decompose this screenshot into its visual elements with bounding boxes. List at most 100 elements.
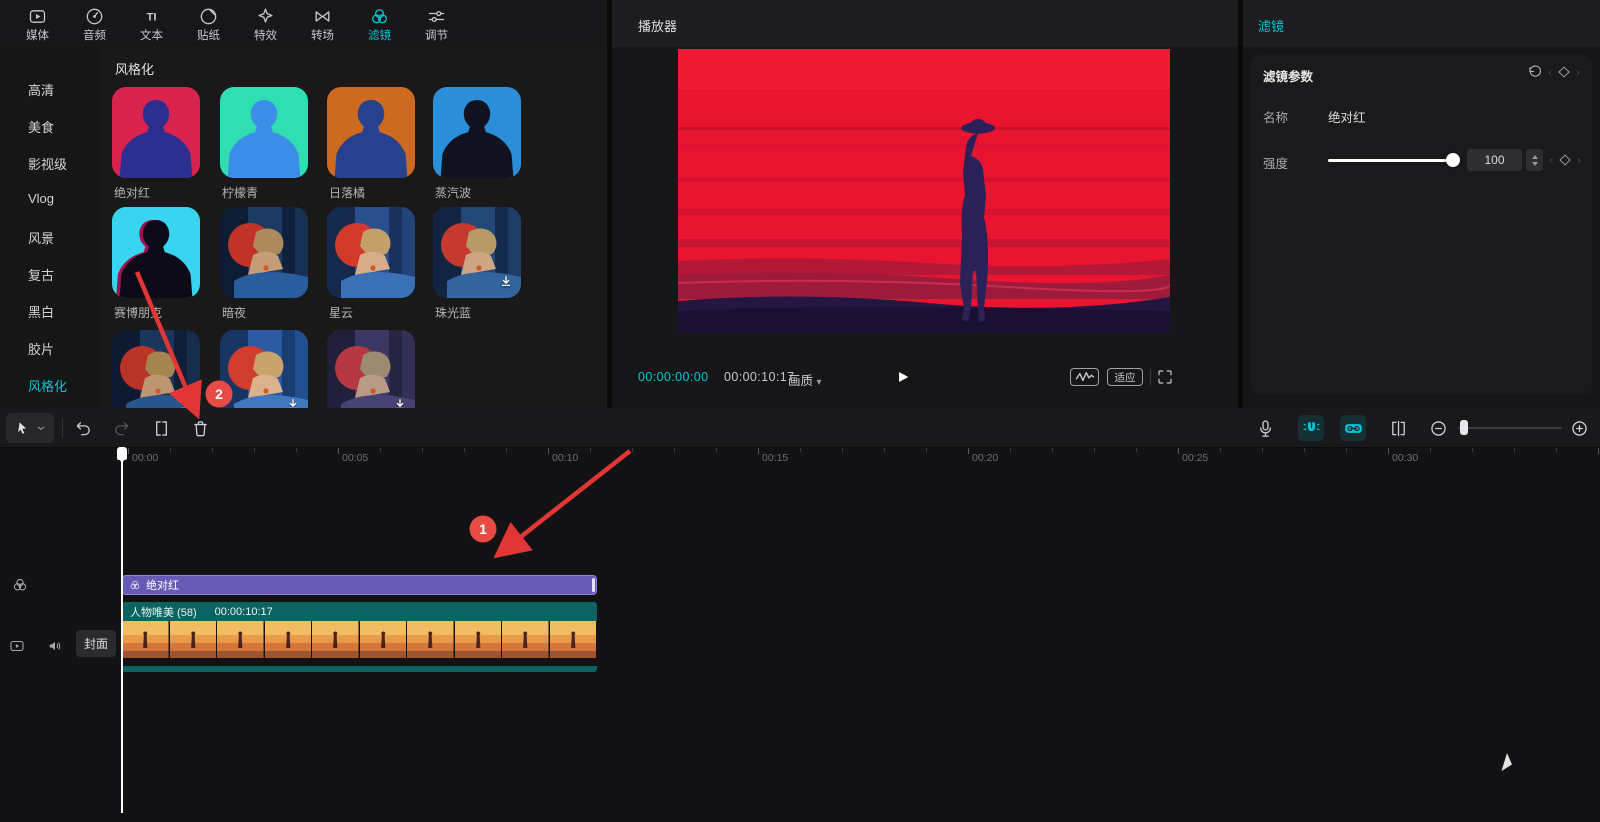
ruler-tick	[758, 448, 759, 454]
hide-track-icon[interactable]	[8, 637, 26, 660]
delete-button[interactable]	[187, 415, 213, 441]
ruler-label: 00:00	[132, 452, 158, 464]
asset-panel: 媒体音频TI文本贴纸特效转场滤镜调节 高清美食影视级 Vlog 风景复古黑白胶片风格…	[0, 0, 607, 408]
fit-button[interactable]: 适应	[1107, 368, 1143, 386]
sidebar-item-0[interactable]: 高清	[28, 80, 54, 99]
ruler-tick	[380, 448, 381, 452]
timeline-panel: 00:0000:0500:1000:1500:2000:2500:30 封面 绝…	[0, 408, 1600, 822]
strength-slider-handle[interactable]	[1446, 153, 1460, 167]
ruler-tick	[254, 448, 255, 452]
mute-track-icon[interactable]	[46, 637, 64, 660]
filter-track-icon	[11, 576, 29, 599]
ruler-tick	[884, 448, 885, 452]
filter-category-sidebar: 高清美食影视级 Vlog 风景复古黑白胶片风格化	[0, 47, 100, 408]
filmstrip-frame	[265, 621, 313, 658]
filter-clip[interactable]: 绝对红	[122, 575, 597, 595]
nav-effects[interactable]: 特效	[237, 6, 294, 42]
nav-audio[interactable]: 音频	[66, 6, 123, 42]
timeline-zoom-in-button[interactable]	[1566, 415, 1592, 441]
nav-adjust[interactable]: 调节	[408, 6, 465, 42]
sidebar-item-4[interactable]: 风景	[28, 228, 54, 247]
video-clip[interactable]: 人物唯美 (58) 00:00:10:17	[122, 602, 597, 672]
link-preview-toggle[interactable]	[1340, 415, 1366, 441]
cover-button[interactable]: 封面	[76, 630, 116, 657]
strength-stepper[interactable]	[1526, 149, 1543, 171]
strength-slider[interactable]	[1328, 159, 1453, 162]
nav-filter[interactable]: 滤镜	[351, 6, 408, 42]
filmstrip-frame	[312, 621, 360, 658]
sidebar-item-8[interactable]: 风格化	[28, 376, 67, 395]
name-label: 名称	[1263, 107, 1288, 126]
record-voiceover-button[interactable]	[1252, 415, 1278, 441]
stepper-down-icon[interactable]	[1532, 162, 1538, 166]
sidebar-item-7[interactable]: 胶片	[28, 339, 54, 358]
timeline-zoom-handle[interactable]	[1460, 420, 1468, 435]
ruler-tick	[1346, 448, 1347, 452]
sidebar-item-3[interactable]: Vlog	[28, 191, 54, 206]
strength-input[interactable]: 100	[1467, 149, 1522, 171]
select-tool-button[interactable]	[6, 413, 54, 443]
play-button[interactable]	[889, 364, 915, 390]
ruler-tick	[464, 448, 465, 452]
playhead-handle[interactable]	[117, 447, 127, 460]
timeline-zoom-slider[interactable]	[1458, 427, 1562, 429]
ruler-tick	[1556, 448, 1557, 452]
filmstrip-frame	[455, 621, 503, 658]
filter-thumb-柠檬青[interactable]	[220, 87, 308, 178]
ruler-tick	[716, 448, 717, 452]
ruler-tick	[800, 448, 801, 452]
nav-text[interactable]: TI文本	[123, 6, 180, 42]
undo-button[interactable]	[70, 415, 96, 441]
filter-name-value: 绝对红	[1328, 107, 1366, 126]
download-icon	[497, 273, 515, 291]
magnet-icon	[1301, 418, 1322, 439]
filter-name-label: 珠光蓝	[435, 304, 471, 321]
sidebar-item-5[interactable]: 复古	[28, 265, 54, 284]
auto-snap-toggle[interactable]	[1298, 415, 1324, 441]
filter-thumb-赛博朋克[interactable]	[112, 207, 200, 298]
filter-thumb-绝对红[interactable]	[112, 87, 200, 178]
filmstrip-frame	[170, 621, 218, 658]
filter-name-label: 星云	[329, 304, 353, 321]
reset-button[interactable]	[1526, 64, 1544, 82]
download-icon	[284, 396, 302, 408]
filter-thumb-暗夜[interactable]	[220, 207, 308, 298]
ruler-tick	[1220, 448, 1221, 452]
chevron-down-icon	[35, 422, 47, 434]
redo-button[interactable]	[108, 415, 134, 441]
ruler-label: 00:25	[1182, 452, 1208, 464]
transition-icon	[312, 6, 334, 28]
tab-filter[interactable]: 滤镜	[1258, 16, 1284, 35]
adjust-icon	[426, 6, 448, 28]
video-editor-app: 媒体音频TI文本贴纸特效转场滤镜调节 高清美食影视级Vlog风景复古黑白胶片风格…	[0, 0, 1600, 822]
filter-thumb-日落橘[interactable]	[327, 87, 415, 178]
video-clip-duration: 00:00:10:17	[215, 606, 273, 618]
preview-axis-button[interactable]	[1385, 415, 1411, 441]
filmstrip-frame	[550, 621, 598, 658]
zoom-in-icon	[1569, 418, 1590, 439]
sidebar-item-2[interactable]: 影视级	[28, 154, 67, 173]
keyframe-prev-icon: ‹	[1548, 65, 1552, 79]
ruler-label: 00:10	[552, 452, 578, 464]
sticker-icon	[198, 6, 220, 28]
split-icon	[151, 418, 172, 439]
sidebar-item-1[interactable]: 美食	[28, 117, 54, 136]
nav-sticker[interactable]: 贴纸	[180, 6, 237, 42]
ruler-tick	[1262, 448, 1263, 452]
timeline-ruler[interactable]: 00:0000:0500:1000:1500:2000:2500:30	[0, 448, 1600, 468]
stepper-up-icon[interactable]	[1532, 155, 1538, 159]
split-button[interactable]	[148, 415, 174, 441]
nav-media[interactable]: 媒体	[9, 6, 66, 42]
ruler-tick	[506, 448, 507, 452]
timeline-zoom-out-button[interactable]	[1425, 415, 1451, 441]
filter-thumb-星云[interactable]	[327, 207, 415, 298]
filter-thumb-蒸汽波[interactable]	[433, 87, 521, 178]
fullscreen-button[interactable]	[1156, 368, 1174, 386]
waveform-toggle-button[interactable]	[1070, 368, 1099, 386]
filter-name-label: 柠檬青	[222, 184, 258, 201]
quality-dropdown[interactable]: 画质 ▾	[788, 370, 822, 389]
nav-transition[interactable]: 转场	[294, 6, 351, 42]
params-section-title: 滤镜参数	[1263, 66, 1313, 85]
sidebar-item-6[interactable]: 黑白	[28, 302, 54, 321]
play-icon	[892, 367, 912, 387]
